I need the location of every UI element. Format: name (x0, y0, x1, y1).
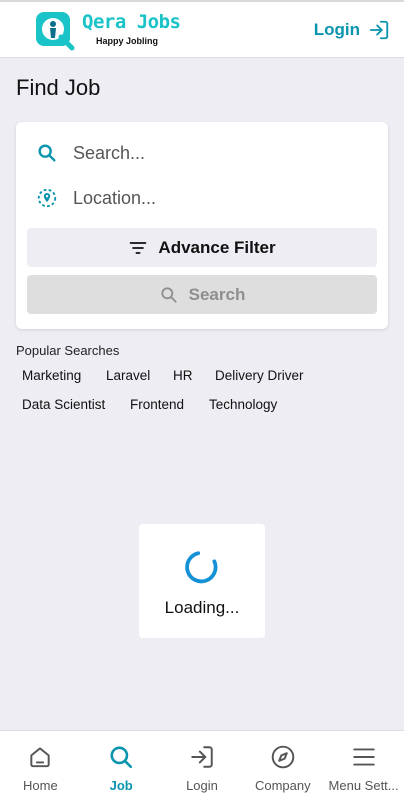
nav-item-home[interactable]: Home (0, 731, 81, 800)
search-input[interactable] (73, 142, 353, 164)
logo-icon (36, 12, 75, 51)
advance-filter-label: Advance Filter (158, 237, 276, 257)
tag-technology[interactable]: Technology (201, 393, 285, 416)
menu-icon (352, 748, 375, 766)
bottom-nav: Home Job Login Company Menu Sett... (0, 730, 404, 800)
nav-label-home: Home (23, 778, 58, 793)
search-button[interactable]: Search (27, 275, 377, 314)
tag-laravel[interactable]: Laravel (98, 364, 158, 387)
nav-label-job: Job (109, 778, 133, 793)
popular-searches-label: Popular Searches (16, 343, 120, 358)
tag-data-scientist[interactable]: Data Scientist (14, 393, 113, 416)
home-icon (30, 747, 51, 768)
search-icon (110, 746, 133, 769)
keyword-field (36, 138, 366, 168)
logo[interactable]: Qera Jobs Happy Jobling (34, 10, 181, 52)
tag-marketing[interactable]: Marketing (14, 364, 89, 387)
loading-indicator: Loading... (139, 524, 265, 638)
nav-label-login: Login (186, 778, 218, 793)
location-field (36, 183, 366, 213)
tag-delivery-driver[interactable]: Delivery Driver (207, 364, 312, 387)
nav-label-menu-settings: Menu Sett... (328, 778, 399, 793)
header-login-label: Login (313, 20, 360, 39)
location-input[interactable] (73, 187, 353, 209)
search-icon (38, 144, 56, 162)
location-pin-icon (37, 188, 57, 208)
nav-item-company[interactable]: Company (242, 731, 323, 800)
spinner-icon (185, 551, 218, 584)
nav-item-login[interactable]: Login (162, 731, 243, 800)
search-button-label: Search (188, 284, 246, 304)
app-header: Qera Jobs Happy Jobling Login (0, 0, 404, 58)
compass-icon (271, 745, 295, 769)
loading-text: Loading... (164, 598, 240, 617)
logo-title: Qera Jobs (82, 11, 181, 33)
tag-hr[interactable]: HR (165, 364, 201, 387)
login-icon (369, 20, 389, 40)
nav-item-job[interactable]: Job (81, 731, 162, 800)
page-title: Find Job (16, 75, 101, 100)
header-login-link[interactable]: Login (314, 18, 390, 42)
nav-item-menu-settings[interactable]: Menu Sett... (323, 731, 404, 800)
login-icon (191, 746, 213, 768)
nav-label-company: Company (254, 778, 311, 793)
filter-icon (130, 241, 147, 254)
logo-tagline: Happy Jobling (96, 36, 159, 46)
tag-frontend[interactable]: Frontend (122, 393, 192, 416)
advance-filter-button[interactable]: Advance Filter (27, 228, 377, 267)
search-card: Advance Filter Search (16, 122, 388, 329)
search-icon (161, 286, 177, 303)
